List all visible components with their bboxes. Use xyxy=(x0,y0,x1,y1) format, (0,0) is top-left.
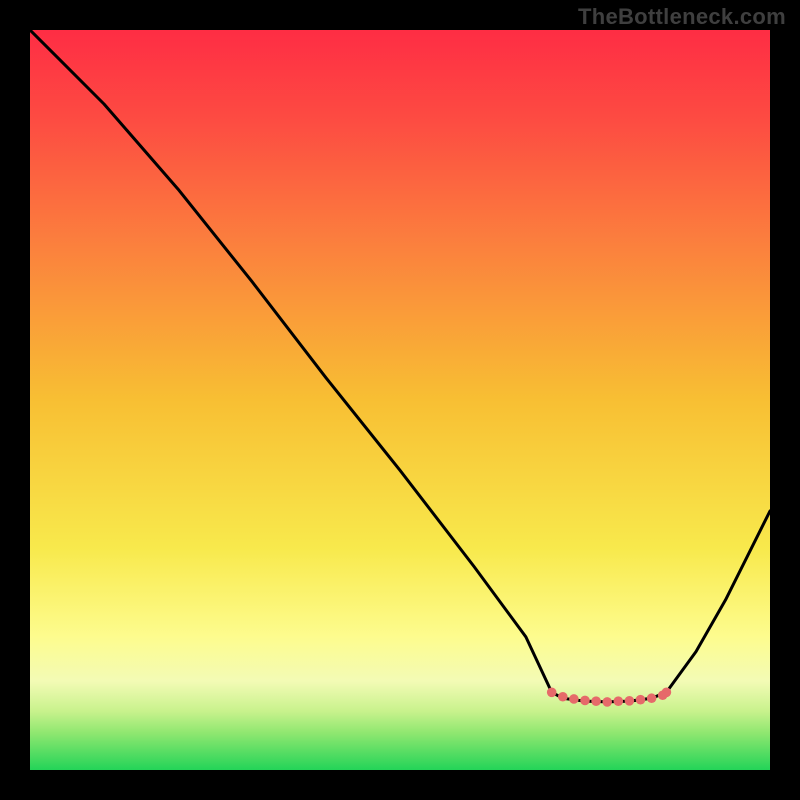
highlight-dot xyxy=(625,696,635,706)
curve-curve-descending xyxy=(30,30,552,692)
chart-curves xyxy=(30,30,770,770)
plot-area xyxy=(30,30,770,770)
highlight-dot xyxy=(591,696,601,706)
highlight-dot xyxy=(580,696,590,706)
curve-curve-ascending xyxy=(666,511,770,692)
chart-frame: TheBottleneck.com xyxy=(0,0,800,800)
highlight-dot xyxy=(547,688,557,698)
highlight-dot xyxy=(636,695,646,705)
highlight-dot xyxy=(647,693,657,703)
highlight-dot xyxy=(602,697,612,707)
highlight-dot xyxy=(569,694,579,704)
highlight-dot xyxy=(558,692,568,702)
highlight-dot xyxy=(662,688,672,698)
highlight-dot xyxy=(614,696,624,706)
watermark-text: TheBottleneck.com xyxy=(578,4,786,30)
